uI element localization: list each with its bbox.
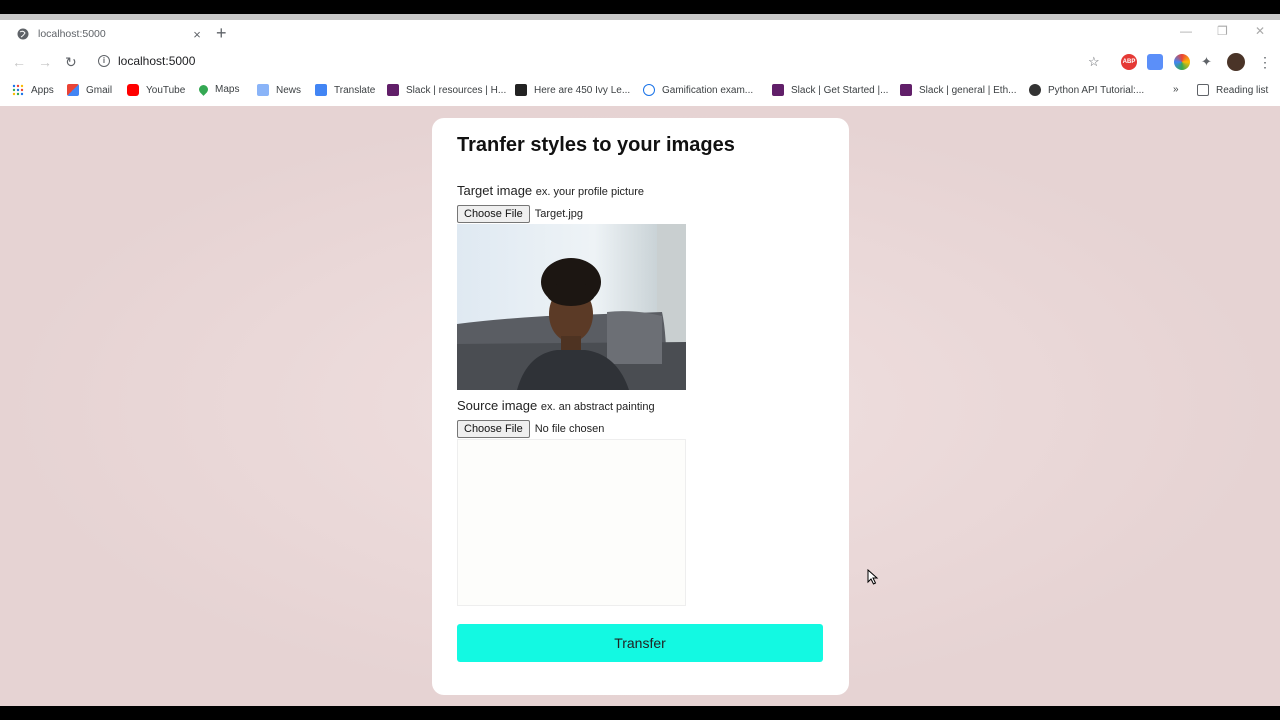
bookmark-gmail[interactable]: Gmail xyxy=(67,84,112,96)
bookmark-python-api[interactable]: Python API Tutorial:... xyxy=(1029,84,1144,96)
close-window-icon[interactable]: ✕ xyxy=(1255,24,1265,38)
navigation-bar: ← → ↻ i localhost:5000 ☆ ABP ✦ ⋮ xyxy=(0,50,1280,76)
target-image-label: Target image ex. your profile picture xyxy=(457,183,644,198)
mouse-cursor-icon xyxy=(867,569,879,585)
title-strip xyxy=(0,14,1280,20)
slack-icon xyxy=(900,84,912,96)
target-file-input[interactable]: Choose File Target.jpg xyxy=(457,205,583,223)
target-choose-file-button[interactable]: Choose File xyxy=(457,205,530,223)
upload-card: Tranfer styles to your images Target ima… xyxy=(432,118,849,695)
bookmark-label: Here are 450 Ivy Le... xyxy=(534,84,631,96)
restore-icon[interactable]: ❐ xyxy=(1217,24,1228,38)
close-tab-icon[interactable]: × xyxy=(190,27,204,42)
star-icon[interactable]: ☆ xyxy=(1088,54,1100,70)
source-choose-file-button[interactable]: Choose File xyxy=(457,420,530,438)
source-hint: ex. an abstract painting xyxy=(540,401,655,413)
extensions-puzzle-icon[interactable]: ✦ xyxy=(1201,54,1212,70)
menu-kebab-icon[interactable]: ⋮ xyxy=(1258,54,1272,71)
bookmark-label: News xyxy=(276,84,302,96)
url-text: localhost:5000 xyxy=(118,54,196,68)
reload-icon[interactable]: ↻ xyxy=(65,54,77,71)
bookmark-label: Maps xyxy=(215,84,240,95)
globe-icon xyxy=(17,28,29,40)
slack-icon xyxy=(772,84,784,96)
minimize-icon[interactable]: — xyxy=(1180,24,1192,38)
bookmark-maps[interactable]: Maps xyxy=(197,83,240,96)
target-filename: Target.jpg xyxy=(534,208,584,220)
tab-title: localhost:5000 xyxy=(38,28,106,40)
overflow-label: » xyxy=(1173,84,1179,95)
bookmark-label: Gmail xyxy=(86,84,113,96)
bookmark-slack-get-started[interactable]: Slack | Get Started |... xyxy=(772,84,888,96)
source-image-preview xyxy=(457,439,686,606)
address-bar[interactable]: i localhost:5000 xyxy=(98,54,195,68)
bookmark-translate[interactable]: Translate xyxy=(315,84,375,96)
color-picker-icon[interactable] xyxy=(1174,54,1190,70)
reading-list-icon xyxy=(1197,84,1209,96)
browser-tab[interactable]: localhost:5000 × xyxy=(8,20,206,48)
bookmarks-bar: Apps Gmail YouTube Maps News Translate S… xyxy=(0,80,1280,102)
bookmark-label: Gamification exam... xyxy=(662,84,754,96)
target-photo xyxy=(457,224,686,390)
reading-list-label: Reading list xyxy=(1216,84,1269,96)
bookmark-youtube[interactable]: YouTube xyxy=(127,84,185,96)
back-icon[interactable]: ← xyxy=(12,54,26,70)
translate-extension-icon[interactable] xyxy=(1147,54,1163,70)
target-hint: ex. your profile picture xyxy=(535,186,644,198)
youtube-icon xyxy=(127,84,139,96)
browser-chrome: localhost:5000 × + — ❐ ✕ ← → ↻ i localho… xyxy=(0,14,1280,106)
bookmark-label: Translate xyxy=(334,84,376,96)
source-filename: No file chosen xyxy=(534,423,605,435)
slack-icon xyxy=(387,84,399,96)
source-file-input[interactable]: Choose File No file chosen xyxy=(457,420,604,438)
python-icon xyxy=(1029,84,1041,96)
bookmark-ivy-league[interactable]: Here are 450 Ivy Le... xyxy=(515,84,630,96)
bookmark-gamification[interactable]: Gamification exam... xyxy=(643,84,753,96)
circle-icon xyxy=(643,84,655,96)
transfer-button[interactable]: Transfer xyxy=(457,624,823,662)
news-icon xyxy=(257,84,269,96)
new-tab-icon[interactable]: + xyxy=(216,24,227,42)
bookmark-label: Slack | general | Eth... xyxy=(919,84,1017,96)
translate-icon xyxy=(315,84,327,96)
bookmark-label: Python API Tutorial:... xyxy=(1048,84,1145,96)
forward-icon[interactable]: → xyxy=(38,54,52,70)
bookmark-slack-resources[interactable]: Slack | resources | H... xyxy=(387,84,506,96)
target-label-text: Target image xyxy=(457,183,533,198)
adblock-icon[interactable]: ABP xyxy=(1121,54,1137,70)
bookmark-label: Slack | resources | H... xyxy=(406,84,507,96)
bookmark-label: Slack | Get Started |... xyxy=(791,84,889,96)
reading-list-button[interactable]: Reading list xyxy=(1197,84,1268,96)
site-info-icon[interactable]: i xyxy=(98,55,110,67)
avatar[interactable] xyxy=(1227,53,1245,71)
bookmark-label: YouTube xyxy=(146,84,186,96)
screen: localhost:5000 × + — ❐ ✕ ← → ↻ i localho… xyxy=(0,0,1280,720)
bookmark-label: Apps xyxy=(31,84,54,96)
class-central-icon xyxy=(515,84,527,96)
bookmark-news[interactable]: News xyxy=(257,84,301,96)
maps-icon xyxy=(197,83,210,96)
source-label-text: Source image xyxy=(457,398,538,413)
bookmark-slack-general[interactable]: Slack | general | Eth... xyxy=(900,84,1016,96)
bottom-bar xyxy=(0,706,1280,720)
apps-grid-icon xyxy=(12,84,24,96)
bookmarks-overflow-icon[interactable]: » xyxy=(1173,84,1179,95)
bookmark-apps[interactable]: Apps xyxy=(12,84,54,96)
source-image-label: Source image ex. an abstract painting xyxy=(457,398,655,413)
page-title: Tranfer styles to your images xyxy=(457,134,735,156)
gmail-icon xyxy=(67,84,79,96)
page-content: Tranfer styles to your images Target ima… xyxy=(0,106,1280,706)
target-image-preview xyxy=(457,224,686,390)
